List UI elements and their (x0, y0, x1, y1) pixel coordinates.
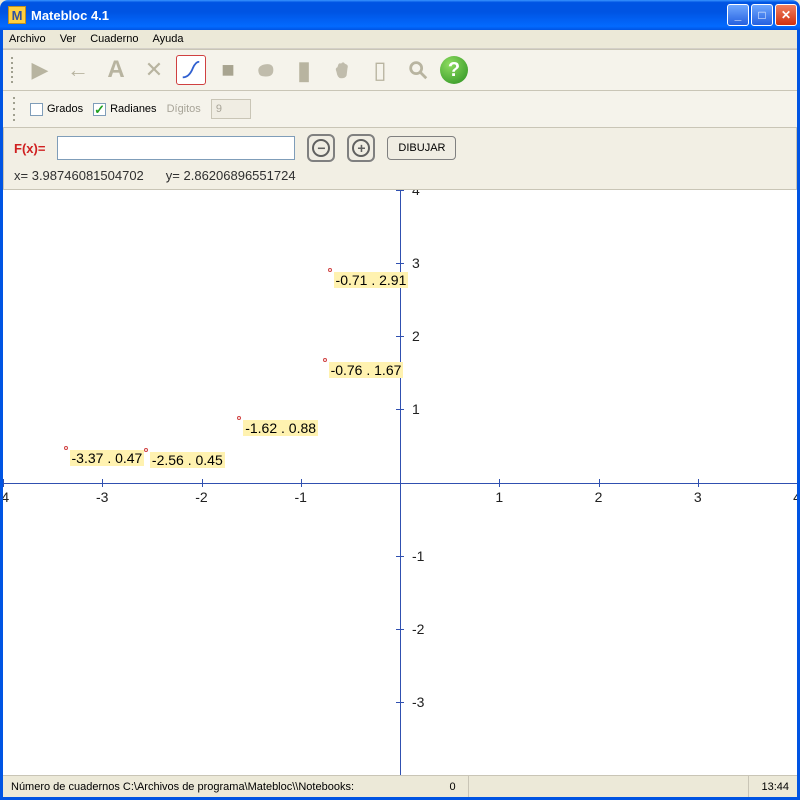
data-point[interactable] (328, 268, 332, 272)
status-text: Número de cuadernos C:\Archivos de progr… (11, 781, 437, 793)
window-title: Matebloc 4.1 (31, 8, 727, 23)
fx-input[interactable] (57, 136, 295, 160)
page-icon[interactable]: ▮ (288, 54, 320, 86)
y-tick-label: 2 (412, 328, 420, 344)
options-row: Grados Radianes Dígitos 9 (3, 91, 797, 128)
status-clock: 13:44 (749, 781, 789, 793)
options-grip[interactable] (13, 95, 18, 123)
y-tick-label: 1 (412, 401, 420, 417)
grados-label: Grados (47, 103, 83, 115)
data-point-label: -2.56 . 0.45 (150, 452, 225, 468)
x-tick-label: -3 (96, 489, 108, 505)
y-tick-label: 4 (412, 190, 420, 198)
shape-blob-icon[interactable] (250, 54, 282, 86)
hand-icon[interactable] (326, 54, 358, 86)
zoom-in-button[interactable]: + (347, 134, 375, 162)
menu-ver[interactable]: Ver (60, 33, 77, 45)
statusbar: Número de cuadernos C:\Archivos de progr… (3, 775, 797, 797)
grados-checkbox[interactable]: Grados (30, 103, 83, 116)
help-icon[interactable]: ? (440, 56, 468, 84)
x-tick-label: 2 (595, 489, 603, 505)
fx-label: F(x)= (14, 141, 45, 156)
menu-ayuda[interactable]: Ayuda (153, 33, 184, 45)
magnify-icon[interactable] (402, 54, 434, 86)
input-bar: F(x)= − + DIBUJAR x= 3.98746081504702 y=… (3, 128, 797, 190)
status-count: 0 (437, 776, 468, 797)
menu-cuaderno[interactable]: Cuaderno (90, 33, 138, 45)
x-tick-label: 1 (495, 489, 503, 505)
coords-readout: x= 3.98746081504702 y= 2.86206896551724 (14, 168, 786, 183)
fill-square-icon[interactable]: ■ (212, 54, 244, 86)
minimize-button[interactable]: _ (727, 4, 749, 26)
digitos-label: Dígitos (167, 103, 201, 115)
y-tick-label: 3 (412, 255, 420, 271)
y-tick-label: -1 (412, 548, 424, 564)
clear-x-icon[interactable]: ✕ (138, 54, 170, 86)
x-tick-label: 3 (694, 489, 702, 505)
data-point-label: -0.71 . 2.91 (334, 272, 409, 288)
plot-area[interactable]: -4 -3 -2 -1 1 2 3 4 -3 -2 -1 1 2 3 4 -3.37 . 0.47 -2.56 … (3, 190, 797, 775)
radianes-label: Radianes (110, 103, 156, 115)
toolbar: ▶ ← A ✕ ■ ▮ ▯ ? (3, 49, 797, 91)
data-point-label: -0.76 . 1.67 (329, 362, 404, 378)
letter-a-icon[interactable]: A (100, 54, 132, 86)
app-icon: M (8, 6, 26, 24)
y-tick-label: -2 (412, 621, 424, 637)
close-button[interactable]: ✕ (775, 4, 797, 26)
back-arrow-icon[interactable]: ← (62, 54, 94, 86)
play-icon[interactable]: ▶ (24, 54, 56, 86)
data-point[interactable] (144, 448, 148, 452)
data-point[interactable] (64, 446, 68, 450)
digitos-spinner: 9 (211, 99, 251, 119)
radianes-checkbox[interactable]: Radianes (93, 103, 156, 116)
data-point-label: -1.62 . 0.88 (243, 420, 318, 436)
menubar: Archivo Ver Cuaderno Ayuda (3, 30, 797, 49)
graph-mode-icon[interactable] (176, 55, 206, 85)
x-tick-label: -4 (3, 489, 9, 505)
titlebar: M Matebloc 4.1 _ □ ✕ (0, 0, 800, 30)
y-tick-label: -3 (412, 694, 424, 710)
x-tick-label: -1 (295, 489, 307, 505)
data-point-label: -3.37 . 0.47 (70, 450, 145, 466)
draw-button[interactable]: DIBUJAR (387, 136, 456, 160)
menu-archivo[interactable]: Archivo (9, 33, 46, 45)
maximize-button[interactable]: □ (751, 4, 773, 26)
status-spacer (469, 776, 750, 797)
toolbar-grip[interactable] (11, 56, 16, 84)
data-point[interactable] (237, 416, 241, 420)
zoom-out-button[interactable]: − (307, 134, 335, 162)
data-point[interactable] (323, 358, 327, 362)
note-icon[interactable]: ▯ (364, 54, 396, 86)
x-tick-label: -2 (195, 489, 207, 505)
x-tick-label: 4 (793, 489, 797, 505)
